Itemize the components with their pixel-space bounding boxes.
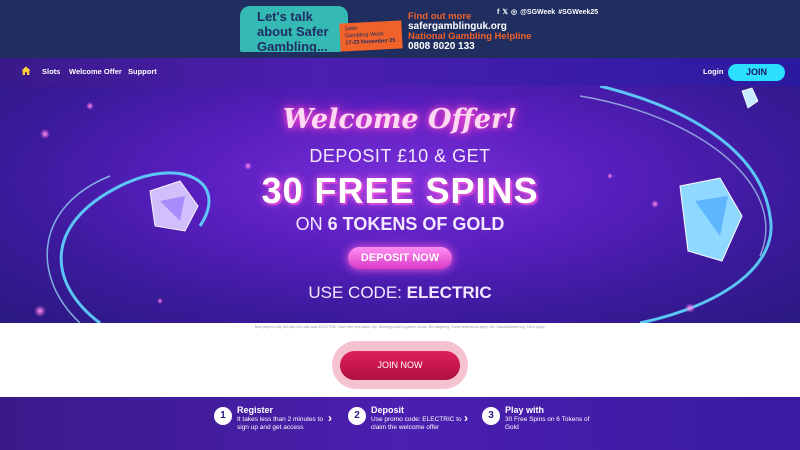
safer-gambling-bubble: Let's talk about Safer Gambling... — [240, 6, 348, 54]
step-number: 2 — [348, 407, 366, 425]
promo-code: ELECTRIC — [406, 283, 492, 302]
chevron-right-icon: › — [328, 411, 332, 425]
terms-text: New players only. Min dep £10 with code … — [254, 325, 546, 329]
step-title: Play with — [505, 405, 545, 415]
tokens-line: ON 6 TOKENS OF GOLD — [0, 214, 800, 235]
week-tag-dates: 17-23 November 25 — [345, 37, 396, 47]
social-links: f 𝕏 ◎ @SGWeek #SGWeek25 — [497, 8, 599, 17]
top-nav: Slots Welcome Offer Support Login JOIN — [0, 58, 800, 86]
hero-banner: Welcome Offer! DEPOSIT £10 & GET 30 FREE… — [0, 86, 800, 323]
facebook-icon[interactable]: f — [497, 9, 499, 16]
step-description: 30 Free Spins on 6 Tokens of Gold — [505, 416, 590, 431]
nav-item-support[interactable]: Support — [128, 67, 157, 76]
helpline-phone[interactable]: 0808 8020 133 — [408, 41, 475, 52]
social-hashtag: #SGWeek25 — [558, 8, 599, 16]
step-title: Register — [237, 405, 274, 415]
tokens-game: 6 TOKENS OF GOLD — [327, 214, 505, 234]
step-number: 1 — [214, 407, 232, 425]
chevron-right-icon: › — [464, 411, 468, 425]
step-description: Use promo code: ELECTRIC to claim the we… — [371, 416, 462, 431]
step-number: 3 — [482, 407, 500, 425]
nav-item-welcome-offer[interactable]: Welcome Offer — [69, 67, 122, 76]
free-spins-headline: 30 FREE SPINS — [261, 170, 539, 211]
login-link[interactable]: Login — [703, 67, 723, 76]
deposit-now-button[interactable]: DEPOSIT NOW — [348, 247, 452, 269]
step-title: Deposit — [371, 405, 405, 415]
steps-bar: 1 Register It takes less than 2 minutes … — [0, 397, 800, 450]
x-icon[interactable]: 𝕏 — [502, 8, 508, 16]
safer-gambling-banner[interactable]: Let's talk about Safer Gambling... Safer… — [0, 0, 800, 58]
tokens-prefix: ON — [295, 214, 328, 234]
step-description: It takes less than 2 minutes to sign up … — [237, 416, 323, 431]
instagram-icon[interactable]: ◎ — [511, 8, 517, 16]
promo-code-prefix: USE CODE: — [308, 283, 407, 302]
home-icon[interactable] — [21, 66, 31, 76]
safer-gambling-week-tag: Safer Gambling Week 17-23 November 25 — [339, 20, 403, 52]
nav-item-slots[interactable]: Slots — [42, 67, 60, 76]
social-handle: @SGWeek — [520, 8, 556, 16]
join-now-button[interactable]: JOIN NOW — [340, 351, 460, 380]
welcome-offer-heading: Welcome Offer! — [282, 104, 518, 135]
deposit-line: DEPOSIT £10 & GET — [309, 146, 491, 166]
promo-code-line: USE CODE: ELECTRIC — [0, 283, 800, 303]
join-button[interactable]: JOIN — [728, 64, 785, 81]
